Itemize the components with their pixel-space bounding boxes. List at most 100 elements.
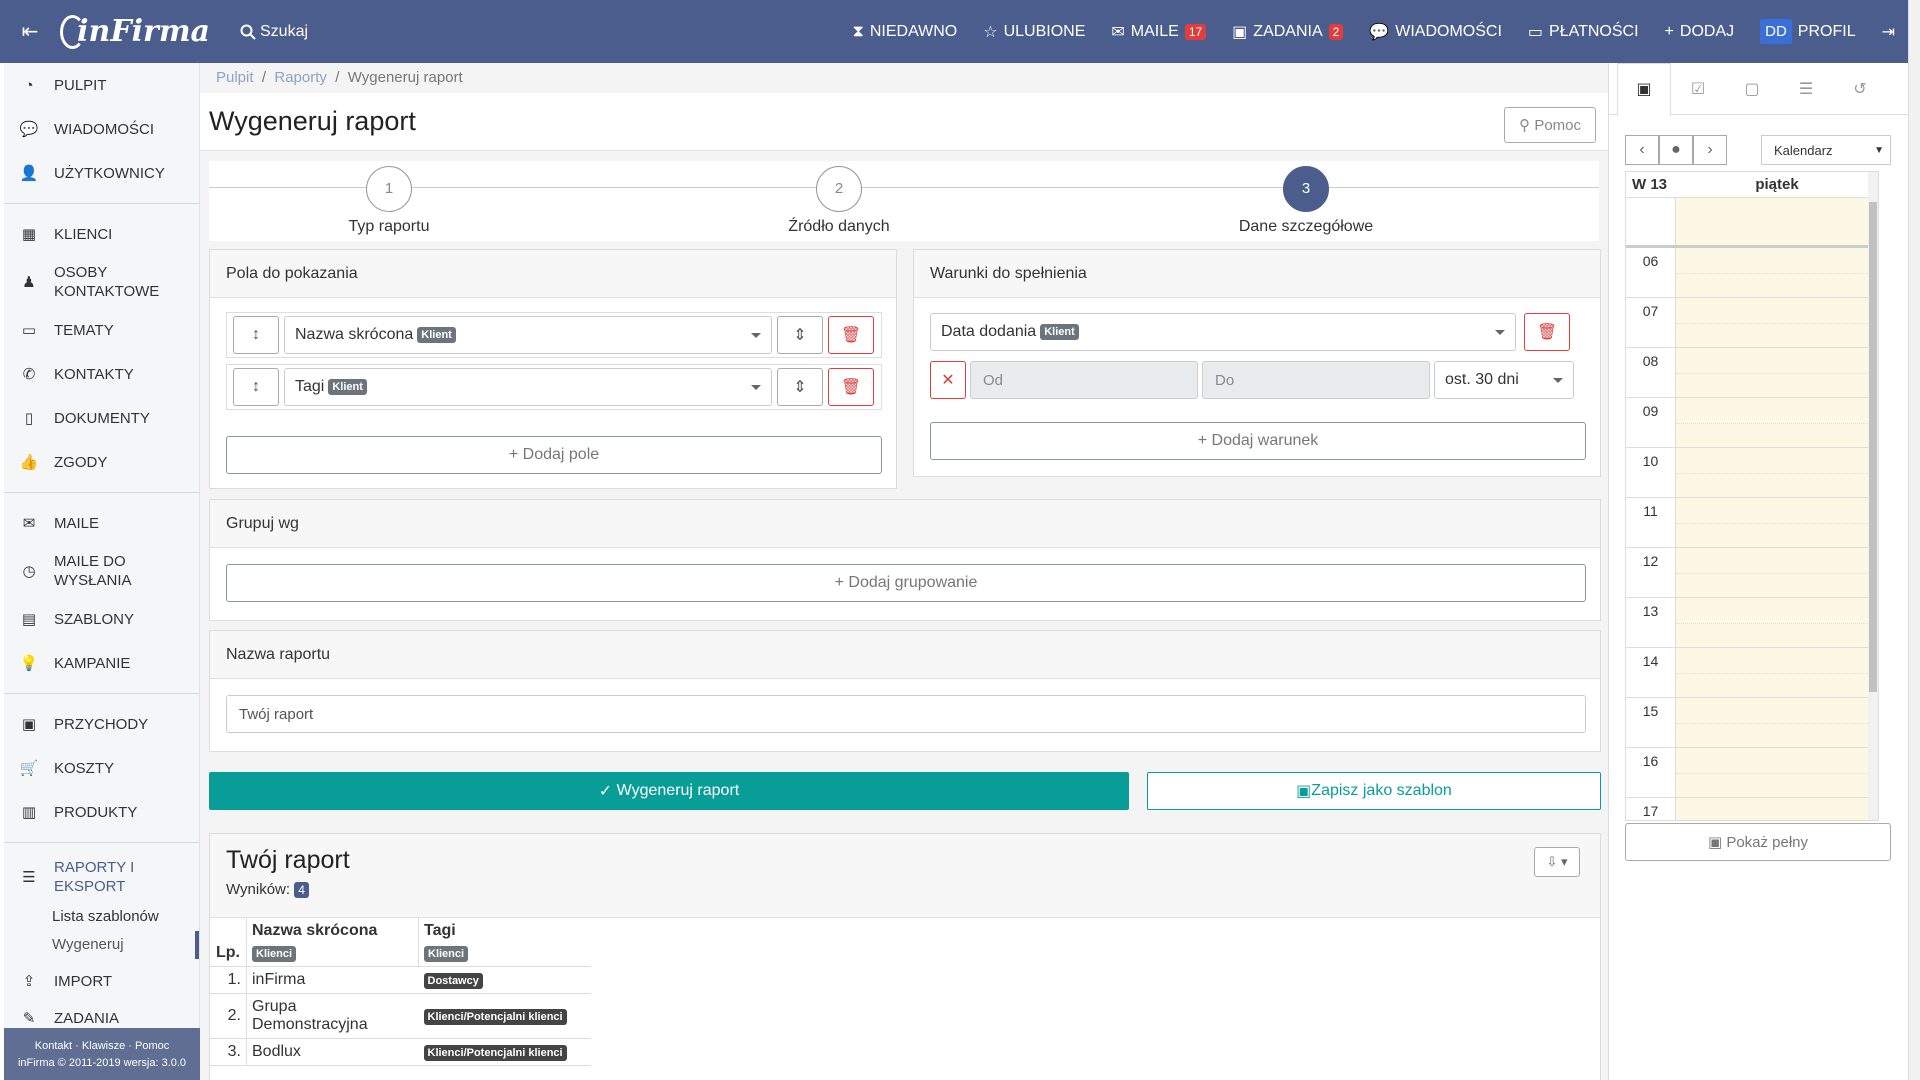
sidebar-item-uzytkownicy[interactable]: 👤 UŻYTKOWNICY bbox=[4, 151, 199, 195]
field-select[interactable]: Tagi Klient bbox=[284, 368, 772, 406]
prev-day-button[interactable]: ‹ bbox=[1625, 135, 1659, 165]
sidebar-item-import[interactable]: ⇪ IMPORT bbox=[4, 959, 199, 1003]
sidebar-item-kontakty[interactable]: ✆ KONTAKTY bbox=[4, 352, 199, 396]
nav-add[interactable]: + DODAJ bbox=[1652, 0, 1748, 63]
save-template-button[interactable]: ▣ Zapisz jako szablon bbox=[1147, 772, 1601, 810]
add-condition-button[interactable]: + Dodaj warunek bbox=[930, 422, 1586, 460]
collapse-sidebar-icon[interactable]: ⇤ bbox=[0, 19, 60, 44]
sidebar-item-maile-do-wyslania[interactable]: ◷ MAILE DO WYSŁANIA bbox=[4, 545, 199, 597]
hour-slot[interactable]: 06 bbox=[1626, 248, 1878, 298]
hour-slot[interactable]: 10 bbox=[1626, 448, 1878, 498]
step-2[interactable]: 2 Źródło danych bbox=[729, 166, 949, 236]
breadcrumb-pulpit[interactable]: Pulpit bbox=[216, 69, 254, 86]
clock-icon: ◷ bbox=[22, 562, 36, 580]
tab-history[interactable]: ↺ bbox=[1833, 63, 1887, 115]
nav-messages[interactable]: 💬 WIADOMOŚCI bbox=[1356, 0, 1515, 63]
sidebar-item-tematy[interactable]: ▭ TEMATY bbox=[4, 308, 199, 352]
report-name-input[interactable]: Twój raport bbox=[226, 695, 1586, 733]
sidebar-item-koszty[interactable]: 🛒 KOSZTY bbox=[4, 746, 199, 790]
logout-icon[interactable]: ⇥ bbox=[1869, 0, 1908, 63]
app-logo[interactable]: inFirma bbox=[60, 14, 210, 49]
page-scrollbar[interactable] bbox=[1908, 0, 1920, 1080]
sidebar-item-produkty[interactable]: ▥ PRODUKTY bbox=[4, 790, 199, 834]
nav-profile[interactable]: DD PROFIL bbox=[1747, 0, 1868, 63]
tab-list[interactable]: ☰ bbox=[1779, 63, 1833, 115]
footer-links[interactable]: Kontakt · Klawisze · Pomoc bbox=[4, 1038, 200, 1055]
sidebar-item-raporty[interactable]: ☰ RAPORTY I EKSPORT bbox=[4, 851, 199, 903]
hour-slot[interactable]: 08 bbox=[1626, 348, 1878, 398]
cell-name: Grupa Demonstracyjna bbox=[246, 993, 419, 1039]
show-full-button[interactable]: ▣ Pokaż pełny bbox=[1625, 823, 1891, 861]
drag-handle-icon[interactable]: ↕ bbox=[233, 368, 279, 406]
sidebar-item-przychody[interactable]: ▣ PRZYCHODY bbox=[4, 702, 199, 746]
sort-icon[interactable]: ⇕ bbox=[777, 368, 823, 406]
day-name: piątek bbox=[1755, 176, 1799, 193]
sidebar-sub-template-list[interactable]: Lista szablonów bbox=[4, 903, 199, 931]
step-3[interactable]: 3 Dane szczegółowe bbox=[1196, 166, 1416, 236]
search-button[interactable]: Szukaj bbox=[240, 23, 308, 41]
nav-favorites[interactable]: ☆ ULUBIONE bbox=[970, 0, 1098, 63]
next-day-button[interactable]: › bbox=[1693, 135, 1727, 165]
sidebar-item-wiadomosci[interactable]: 💬 WIADOMOŚCI bbox=[4, 107, 199, 151]
hour-slot[interactable]: 07 bbox=[1626, 298, 1878, 348]
col-lp[interactable]: Lp. bbox=[210, 918, 247, 967]
hour-slot[interactable]: 13 bbox=[1626, 598, 1878, 648]
generate-report-button[interactable]: ✓ Wygeneruj raport bbox=[209, 772, 1129, 810]
tab-calendar[interactable]: ▣ bbox=[1617, 62, 1671, 115]
calendar-view-select[interactable]: Kalendarz ▼ bbox=[1761, 135, 1891, 165]
hour-slot[interactable]: 11 bbox=[1626, 498, 1878, 548]
date-to-input[interactable]: Do bbox=[1202, 361, 1430, 399]
nav-payments[interactable]: ▭ PŁATNOŚCI bbox=[1515, 0, 1652, 63]
today-button[interactable]: ● bbox=[1659, 135, 1693, 165]
delete-field-button[interactable]: 🗑 bbox=[828, 368, 874, 406]
sidebar-item-pulpit[interactable]: ◔ PULPIT bbox=[4, 63, 199, 107]
all-day-row[interactable] bbox=[1626, 198, 1878, 248]
sidebar-item-szablony[interactable]: ▤ SZABLONY bbox=[4, 597, 199, 641]
condition-range-row: ✕ Od Do ost. 30 dni bbox=[930, 360, 1586, 400]
nav-recent[interactable]: ⧗ NIEDAWNO bbox=[840, 0, 971, 63]
sidebar-sub-generate[interactable]: Wygeneruj bbox=[4, 931, 199, 959]
tab-tasks[interactable]: ☑ bbox=[1671, 63, 1725, 115]
report-table: Lp. Nazwa skrócona Klienci Tagi Klienci 1.… bbox=[210, 918, 591, 1066]
export-button[interactable]: ⇩ ▾ bbox=[1534, 847, 1580, 877]
hour-slot[interactable]: 12 bbox=[1626, 548, 1878, 598]
divider bbox=[4, 492, 199, 493]
hour-slot[interactable]: 15 bbox=[1626, 698, 1878, 748]
chevron-down-icon bbox=[751, 385, 761, 390]
add-grouping-button[interactable]: + Dodaj grupowanie bbox=[226, 564, 1586, 602]
hour-slot[interactable]: 14 bbox=[1626, 648, 1878, 698]
col-tags[interactable]: Tagi Klienci bbox=[418, 918, 591, 967]
breadcrumb-raporty[interactable]: Raporty bbox=[274, 69, 327, 86]
nav-tasks[interactable]: ▣ ZADANIA 2 bbox=[1219, 0, 1356, 63]
right-panel-tabs: ▣ ☑ ▢ ☰ ↺ bbox=[1609, 62, 1908, 115]
table-row: 2. Grupa Demonstracyjna Klienci/Potencja… bbox=[210, 993, 591, 1039]
col-name[interactable]: Nazwa skrócona Klienci bbox=[246, 918, 419, 967]
delete-condition-button[interactable]: 🗑 bbox=[1524, 313, 1570, 351]
step-1[interactable]: 1 Typ raportu bbox=[279, 166, 499, 236]
hour-slot[interactable]: 16 bbox=[1626, 748, 1878, 798]
sidebar-item-maile[interactable]: ✉ MAILE bbox=[4, 501, 199, 545]
range-select[interactable]: ost. 30 dni bbox=[1434, 361, 1574, 399]
hour-slot[interactable]: 09 bbox=[1626, 398, 1878, 448]
sidebar-item-dokumenty[interactable]: ▯ DOKUMENTY bbox=[4, 396, 199, 440]
sidebar-item-osoby-kontaktowe[interactable]: ♟ OSOBY KONTAKTOWE bbox=[4, 256, 199, 308]
tab-notes[interactable]: ▢ bbox=[1725, 63, 1779, 115]
help-button[interactable]: ⚲ Pomoc bbox=[1504, 107, 1596, 143]
calendar-scrollbar[interactable] bbox=[1868, 172, 1878, 820]
condition-field-select[interactable]: Data dodania Klient bbox=[930, 313, 1516, 351]
delete-field-button[interactable]: 🗑 bbox=[828, 316, 874, 354]
sidebar-item-kampanie[interactable]: 💡 KAMPANIE bbox=[4, 641, 199, 685]
sidebar-item-zgody[interactable]: 👍 ZGODY bbox=[4, 440, 199, 484]
breadcrumb: Pulpit / Raporty / Wygeneruj raport bbox=[216, 69, 463, 86]
field-select[interactable]: Nazwa skrócona Klient bbox=[284, 316, 772, 354]
sort-icon[interactable]: ⇕ bbox=[777, 316, 823, 354]
drag-handle-icon[interactable]: ↕ bbox=[233, 316, 279, 354]
add-field-button[interactable]: + Dodaj pole bbox=[226, 436, 882, 474]
sidebar-footer: Kontakt · Klawisze · Pomoc inFirma © 201… bbox=[4, 1028, 200, 1080]
sidebar-item-klienci[interactable]: ▦ KLIENCI bbox=[4, 212, 199, 256]
clear-condition-button[interactable]: ✕ bbox=[930, 361, 966, 399]
date-from-input[interactable]: Od bbox=[970, 361, 1198, 399]
hour-slot[interactable]: 17 bbox=[1626, 798, 1878, 820]
trash-icon: 🗑 bbox=[1536, 324, 1558, 341]
nav-mails[interactable]: ✉ MAILE 17 bbox=[1098, 0, 1219, 63]
